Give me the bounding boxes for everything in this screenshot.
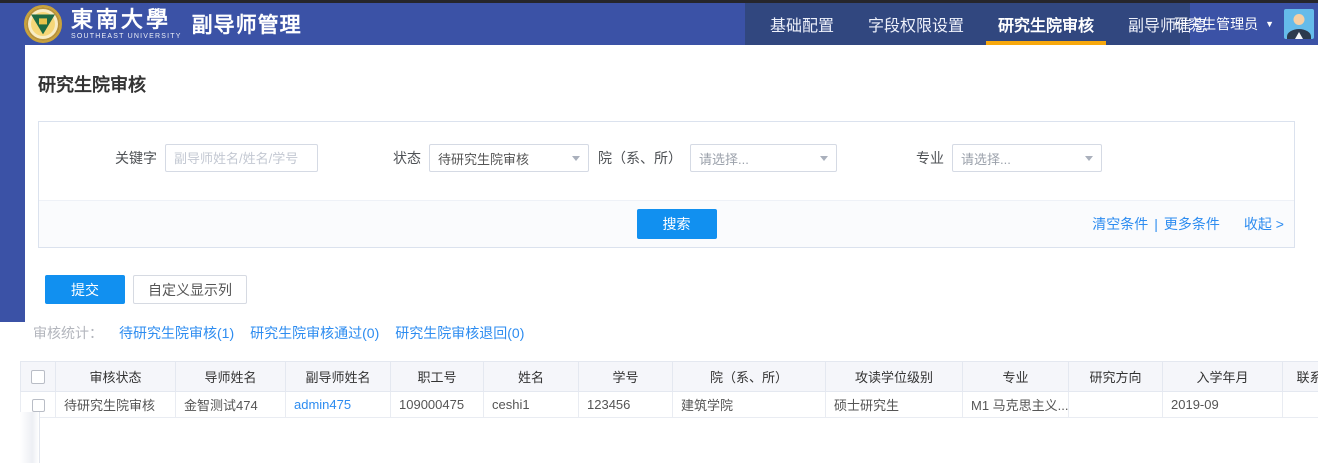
cell-5: 123456	[579, 392, 673, 418]
more-filters-link[interactable]: 更多条件	[1164, 214, 1220, 234]
status-label: 状态	[318, 148, 421, 168]
major-select-value: 请选择...	[961, 149, 1011, 168]
table-row: 待研究生院审核金智测试474admin475109000475ceshi1123…	[21, 392, 1318, 418]
cell-11	[1283, 392, 1318, 418]
university-name-zh: 東南大學	[71, 9, 182, 31]
university-logo-icon	[24, 5, 62, 43]
status-field: 状态 待研究生院审核	[318, 144, 589, 172]
col-header-3: 职工号	[391, 362, 484, 392]
select-all-checkbox[interactable]	[31, 370, 45, 384]
fixed-column-remnant	[20, 412, 40, 463]
app-header: 東南大學 SOUTHEAST UNIVERSITY 副导师管理 基础配置字段权限…	[0, 3, 1318, 45]
avatar-collar	[1295, 32, 1303, 39]
col-header-7: 攻读学位级别	[826, 362, 963, 392]
major-select[interactable]: 请选择...	[952, 144, 1102, 172]
caret-down-icon: ▼	[1265, 20, 1274, 29]
assistant-name-link[interactable]: admin475	[286, 392, 391, 418]
collapse-link[interactable]: 收起 >	[1244, 214, 1284, 234]
toolbar: 提交 自定义显示列	[45, 275, 1318, 304]
col-header-6: 院（系、所）	[673, 362, 826, 392]
col-header-11: 联系方式	[1283, 362, 1318, 392]
cell-4: ceshi1	[484, 392, 579, 418]
nav-item-basic-config[interactable]: 基础配置	[758, 3, 846, 45]
cell-7: 硕士研究生	[826, 392, 963, 418]
screen: 東南大學 SOUTHEAST UNIVERSITY 副导师管理 基础配置字段权限…	[0, 0, 1318, 463]
review-stats: 审核统计： 待研究生院审核(1) 研究生院审核通过(0) 研究生院审核退回(0)	[33, 323, 1318, 343]
university-name-en: SOUTHEAST UNIVERSITY	[71, 33, 182, 40]
col-header-8: 专业	[963, 362, 1069, 392]
stats-link-2[interactable]: 研究生院审核退回(0)	[395, 325, 524, 341]
search-button[interactable]: 搜索	[637, 209, 717, 239]
cell-1: 金智测试474	[176, 392, 286, 418]
keyword-field: 关键字	[39, 144, 318, 172]
filter-row: 关键字 状态 待研究生院审核 院（系、所） 请选择...	[39, 122, 1294, 200]
col-header-5: 学号	[579, 362, 673, 392]
left-blue-strip	[0, 45, 25, 322]
department-label: 院（系、所）	[589, 148, 682, 168]
avatar-head	[1294, 14, 1305, 25]
filter-footer: 搜索 清空条件 | 更多条件 收起 >	[39, 200, 1294, 247]
cell-6: 建筑学院	[673, 392, 826, 418]
results-table: 审核状态导师姓名副导师姓名职工号姓名学号院（系、所）攻读学位级别专业研究方向入学…	[20, 361, 1318, 418]
department-select[interactable]: 请选择...	[690, 144, 837, 172]
department-select-value: 请选择...	[699, 149, 749, 168]
stats-link-1[interactable]: 研究生院审核通过(0)	[250, 325, 379, 341]
department-field: 院（系、所） 请选择...	[589, 144, 837, 172]
cell-0: 待研究生院审核	[56, 392, 176, 418]
col-header-0: 审核状态	[56, 362, 176, 392]
caret-down-icon	[572, 156, 580, 161]
cell-3: 109000475	[391, 392, 484, 418]
nav-item-grad-school-audit[interactable]: 研究生院审核	[986, 3, 1106, 45]
customize-columns-button[interactable]: 自定义显示列	[133, 275, 247, 304]
main-nav: 基础配置字段权限设置研究生院审核副导师信息	[745, 3, 1190, 45]
filter-panel: 关键字 状态 待研究生院审核 院（系、所） 请选择...	[38, 121, 1295, 248]
caret-down-icon	[1085, 156, 1093, 161]
caret-down-icon	[820, 156, 828, 161]
status-select-value: 待研究生院审核	[438, 149, 529, 168]
university-name: 東南大學 SOUTHEAST UNIVERSITY	[71, 9, 182, 40]
col-header-1: 导师姓名	[176, 362, 286, 392]
clear-filters-link[interactable]: 清空条件	[1092, 214, 1148, 234]
col-header-10: 入学年月	[1163, 362, 1283, 392]
stats-label: 审核统计：	[33, 325, 103, 341]
stats-link-0[interactable]: 待研究生院审核(1)	[119, 325, 234, 341]
filter-links: 清空条件 | 更多条件 收起 >	[1092, 201, 1284, 247]
col-header-9: 研究方向	[1069, 362, 1163, 392]
major-field: 专业 请选择...	[837, 144, 1102, 172]
avatar[interactable]	[1284, 9, 1314, 39]
col-header-4: 姓名	[484, 362, 579, 392]
brand: 東南大學 SOUTHEAST UNIVERSITY 副导师管理	[24, 3, 302, 45]
col-header-2: 副导师姓名	[286, 362, 391, 392]
page-title: 研究生院审核	[38, 71, 1295, 97]
user-name: 研究生管理员	[1174, 14, 1258, 34]
cell-9	[1069, 392, 1163, 418]
keyword-input[interactable]	[165, 144, 318, 172]
cell-8: M1 马克思主义...	[963, 392, 1069, 418]
major-label: 专业	[837, 148, 944, 168]
nav-item-field-permission[interactable]: 字段权限设置	[856, 3, 976, 45]
table-header-row: 审核状态导师姓名副导师姓名职工号姓名学号院（系、所）攻读学位级别专业研究方向入学…	[21, 362, 1318, 392]
status-select[interactable]: 待研究生院审核	[429, 144, 589, 172]
link-separator: |	[1154, 216, 1158, 232]
user-menu[interactable]: 研究生管理员 ▼	[1174, 3, 1274, 45]
keyword-label: 关键字	[39, 148, 157, 168]
cell-10: 2019-09	[1163, 392, 1283, 418]
app-title: 副导师管理	[192, 9, 302, 39]
submit-button[interactable]: 提交	[45, 275, 125, 304]
row-checkbox[interactable]	[32, 399, 45, 412]
